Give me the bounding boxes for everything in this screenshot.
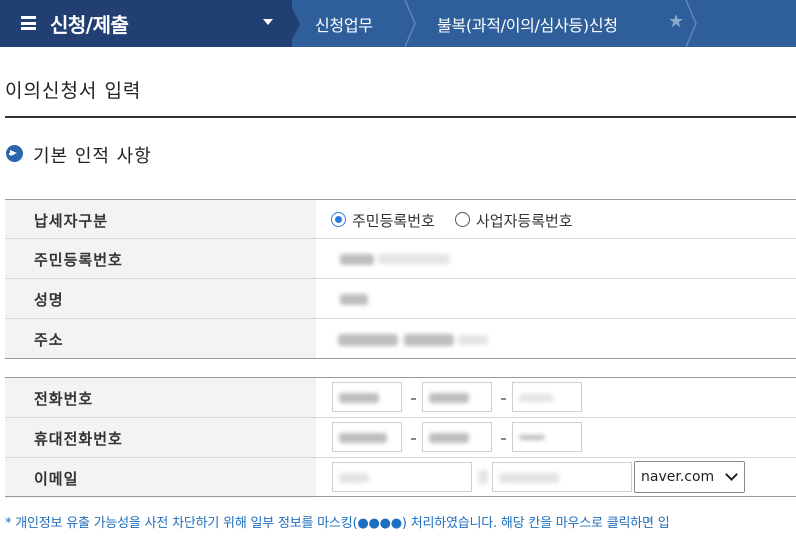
phone-part-3-input[interactable]: [512, 382, 582, 412]
page-title: 이의신청서 입력: [5, 80, 142, 102]
field-label: 성명: [34, 291, 64, 309]
breadcrumb-item-apply-work[interactable]: 신청업무: [315, 12, 373, 36]
radio-label-business-number[interactable]: 사업자등록번호: [476, 210, 573, 231]
masked-value: [338, 334, 398, 346]
menu-arrow-shape: [288, 0, 300, 47]
row-mobile: 휴대전화번호: [5, 418, 796, 458]
field-label: 휴대전화번호: [34, 430, 123, 448]
field-label: 전화번호: [34, 390, 94, 408]
table-bottom-border: [5, 496, 796, 497]
breadcrumb-separator-icon: [403, 0, 417, 47]
phone-part-2-input[interactable]: [422, 382, 492, 412]
chevron-down-icon: [725, 468, 738, 481]
email-domain-input[interactable]: [492, 462, 632, 492]
radio-label-rrn[interactable]: 주민등록번호: [352, 210, 435, 231]
dash: [501, 398, 506, 400]
masked-value: [340, 254, 374, 265]
masked-value: [458, 335, 488, 345]
field-label: 이메일: [34, 470, 79, 488]
phone-part-1-input[interactable]: [332, 382, 402, 412]
radio-business-number[interactable]: [455, 212, 470, 227]
table-bottom-border: [5, 358, 796, 359]
masking-notice: * 개인정보 유출 가능성을 사전 차단하기 위해 일부 정보를 마스킹(●●●…: [5, 516, 670, 531]
field-label: 납세자구분: [34, 212, 109, 230]
mobile-part-3-input[interactable]: [512, 422, 582, 452]
rrn-value-masked[interactable]: [316, 239, 796, 278]
dash: [411, 398, 416, 400]
masked-value: [404, 334, 454, 346]
dash: [501, 438, 506, 440]
masked-value: [378, 254, 450, 264]
email-domain-selected: naver.com: [641, 469, 715, 485]
at-sign-masked: [478, 470, 488, 484]
masked-value: [340, 294, 368, 305]
mobile-part-1-input[interactable]: [332, 422, 402, 452]
address-value-masked[interactable]: [316, 319, 796, 359]
menu-title: 신청/제출: [50, 13, 129, 37]
field-label: 주민등록번호: [34, 251, 123, 269]
row-name: 성명: [5, 279, 796, 319]
favorite-star-icon[interactable]: ★: [668, 11, 684, 32]
field-label: 주소: [34, 331, 64, 349]
caret-down-icon: [263, 19, 273, 25]
title-divider: [5, 116, 796, 118]
email-id-input[interactable]: [332, 462, 472, 492]
breadcrumb-separator-icon: [684, 0, 698, 47]
mobile-part-2-input[interactable]: [422, 422, 492, 452]
breadcrumb-item-appeal[interactable]: 불복(과적/이의/심사등)신청: [437, 12, 618, 36]
section-title: 기본 인적 사항: [33, 146, 152, 167]
menu-dropdown[interactable]: 신청/제출: [0, 0, 292, 47]
row-address: 주소: [5, 319, 796, 359]
name-value-masked[interactable]: [316, 279, 796, 318]
row-rrn: 주민등록번호: [5, 239, 796, 279]
hamburger-icon: [21, 16, 36, 30]
top-nav-bar: 신청/제출 신청업무 불복(과적/이의/심사등)신청 ★: [0, 0, 796, 47]
row-taxpayer-type: 납세자구분 주민등록번호 사업자등록번호: [5, 200, 796, 239]
email-domain-select[interactable]: naver.com: [634, 461, 745, 493]
row-phone: 전화번호: [5, 378, 796, 418]
dash: [411, 438, 416, 440]
arrow-circle-icon: [6, 145, 23, 162]
radio-rrn[interactable]: [331, 212, 346, 227]
